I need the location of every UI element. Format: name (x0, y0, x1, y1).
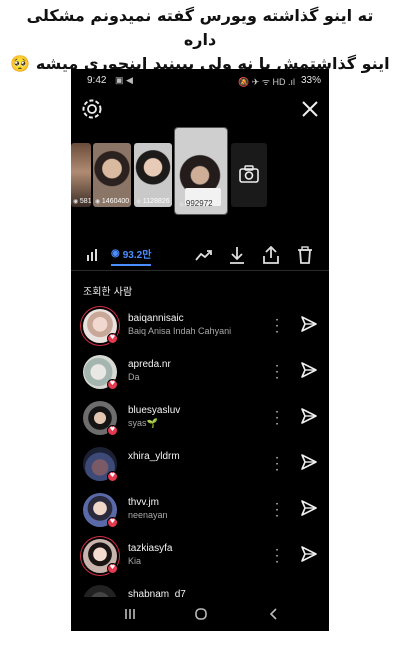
status-left-icons: ▣ ◀ (115, 75, 133, 85)
thumbnail-view-count: ◉ 5815 (73, 198, 91, 205)
insights-bar-icon[interactable] (85, 244, 101, 266)
more-options-icon[interactable]: · · · (271, 314, 283, 338)
viewer-row[interactable]: ♥ xhira_yldrm · · · (71, 443, 329, 487)
share-icon[interactable] (263, 244, 279, 266)
heart-reaction-icon: ♥ (107, 425, 118, 436)
send-message-icon[interactable] (300, 407, 318, 425)
pleading-face-icon: 🥺 (10, 54, 31, 73)
heart-reaction-icon: ♥ (107, 471, 118, 482)
viewer-row[interactable]: ♥ tazkiasyfa Kia · · · (71, 535, 329, 579)
phone-screenshot: 9:42 ▣ ◀ 🔕 ✈ ᯤ HD .ıl 33% ◉ 5815 ◉ 14604… (71, 69, 329, 631)
views-count-label: 93.2만 (122, 249, 152, 261)
viewer-row[interactable]: ♥ bluesyasluv syas🌱 · · · (71, 397, 329, 441)
viewer-fullname: Kia (128, 556, 142, 566)
more-options-icon[interactable]: · · · (271, 452, 283, 476)
story-toolbar: ◉ 93.2만 (71, 239, 329, 271)
story-thumbnail-selected[interactable]: ◉ 992972 (175, 128, 227, 214)
send-message-icon[interactable] (300, 545, 318, 563)
android-nav-bar (71, 597, 329, 631)
viewer-username[interactable]: baiqannisaic (128, 313, 184, 324)
back-icon[interactable] (267, 606, 281, 625)
camera-icon (239, 165, 259, 183)
viewer-username[interactable]: apreda.nr (128, 359, 171, 370)
viewers-section-title: 조회한 사람 (83, 287, 133, 298)
viewer-fullname: syas🌱 (128, 418, 158, 428)
send-message-icon[interactable] (300, 315, 318, 333)
send-message-icon[interactable] (300, 453, 318, 471)
home-icon[interactable] (194, 606, 208, 625)
status-bar: 9:42 ▣ ◀ 🔕 ✈ ᯤ HD .ıl 33% (71, 69, 329, 91)
battery-level: 33% (300, 75, 321, 86)
heart-reaction-icon: ♥ (107, 379, 118, 390)
more-options-icon[interactable]: · · · (271, 544, 283, 568)
story-thumbnail-strip: ◉ 5815 ◉ 1460400 ◉ 1128826 ◉ 992972 (71, 128, 329, 229)
close-icon[interactable] (299, 98, 321, 120)
send-message-icon[interactable] (300, 499, 318, 517)
viewer-row[interactable]: ♥ baiqannisaic Baiq Anisa Indah Cahyani · · · (71, 305, 329, 349)
viewer-username[interactable]: tazkiasyfa (128, 543, 172, 554)
thumbnail-view-count: ◉ 992972 (179, 199, 213, 208)
viewer-username[interactable]: xhira_yldrm (128, 451, 180, 462)
trending-icon[interactable] (195, 244, 213, 266)
more-options-icon[interactable]: · · · (271, 498, 283, 522)
more-options-icon[interactable]: · · · (271, 360, 283, 384)
viewer-username[interactable]: bluesyasluv (128, 405, 180, 416)
caption-line-1: ته اینو گذاشته ویورس گفته نمیدونم مشکلی … (26, 6, 374, 49)
download-icon[interactable] (229, 244, 245, 266)
add-story-tile[interactable] (231, 143, 267, 207)
viewer-row[interactable]: ♥ thvv.jm neenayan · · · (71, 489, 329, 533)
views-tab[interactable]: ◉ 93.2만 (111, 244, 152, 266)
recent-apps-icon[interactable] (123, 606, 137, 625)
story-thumbnail[interactable]: ◉ 5815 (71, 143, 91, 207)
story-thumbnail[interactable]: ◉ 1460400 (93, 143, 131, 207)
viewer-username[interactable]: thvv.jm (128, 497, 159, 508)
post-caption: ته اینو گذاشته ویورس گفته نمیدونم مشکلی … (8, 4, 392, 76)
status-right-icons: 🔕 ✈ ᯤ HD .ıl (238, 77, 295, 87)
viewer-row[interactable]: ♥ apreda.nr Da · · · (71, 351, 329, 395)
thumbnail-view-count: ◉ 1128826 (136, 198, 170, 205)
viewer-fullname: Baiq Anisa Indah Cahyani (128, 326, 232, 336)
heart-reaction-icon: ♥ (107, 517, 118, 528)
send-message-icon[interactable] (300, 361, 318, 379)
story-thumbnail[interactable]: ◉ 1128826 (134, 143, 172, 207)
settings-gear-icon[interactable] (80, 97, 104, 121)
status-time: 9:42 (87, 75, 107, 86)
heart-reaction-icon: ♥ (107, 563, 118, 574)
views-eye-icon: ◉ (111, 247, 120, 259)
heart-reaction-icon: ♥ (107, 333, 118, 344)
thumbnail-view-count: ◉ 1460400 (95, 198, 130, 205)
more-options-icon[interactable]: · · · (271, 406, 283, 430)
viewer-fullname: Da (128, 372, 140, 382)
viewer-fullname: neenayan (128, 510, 168, 520)
delete-icon[interactable] (297, 244, 313, 266)
